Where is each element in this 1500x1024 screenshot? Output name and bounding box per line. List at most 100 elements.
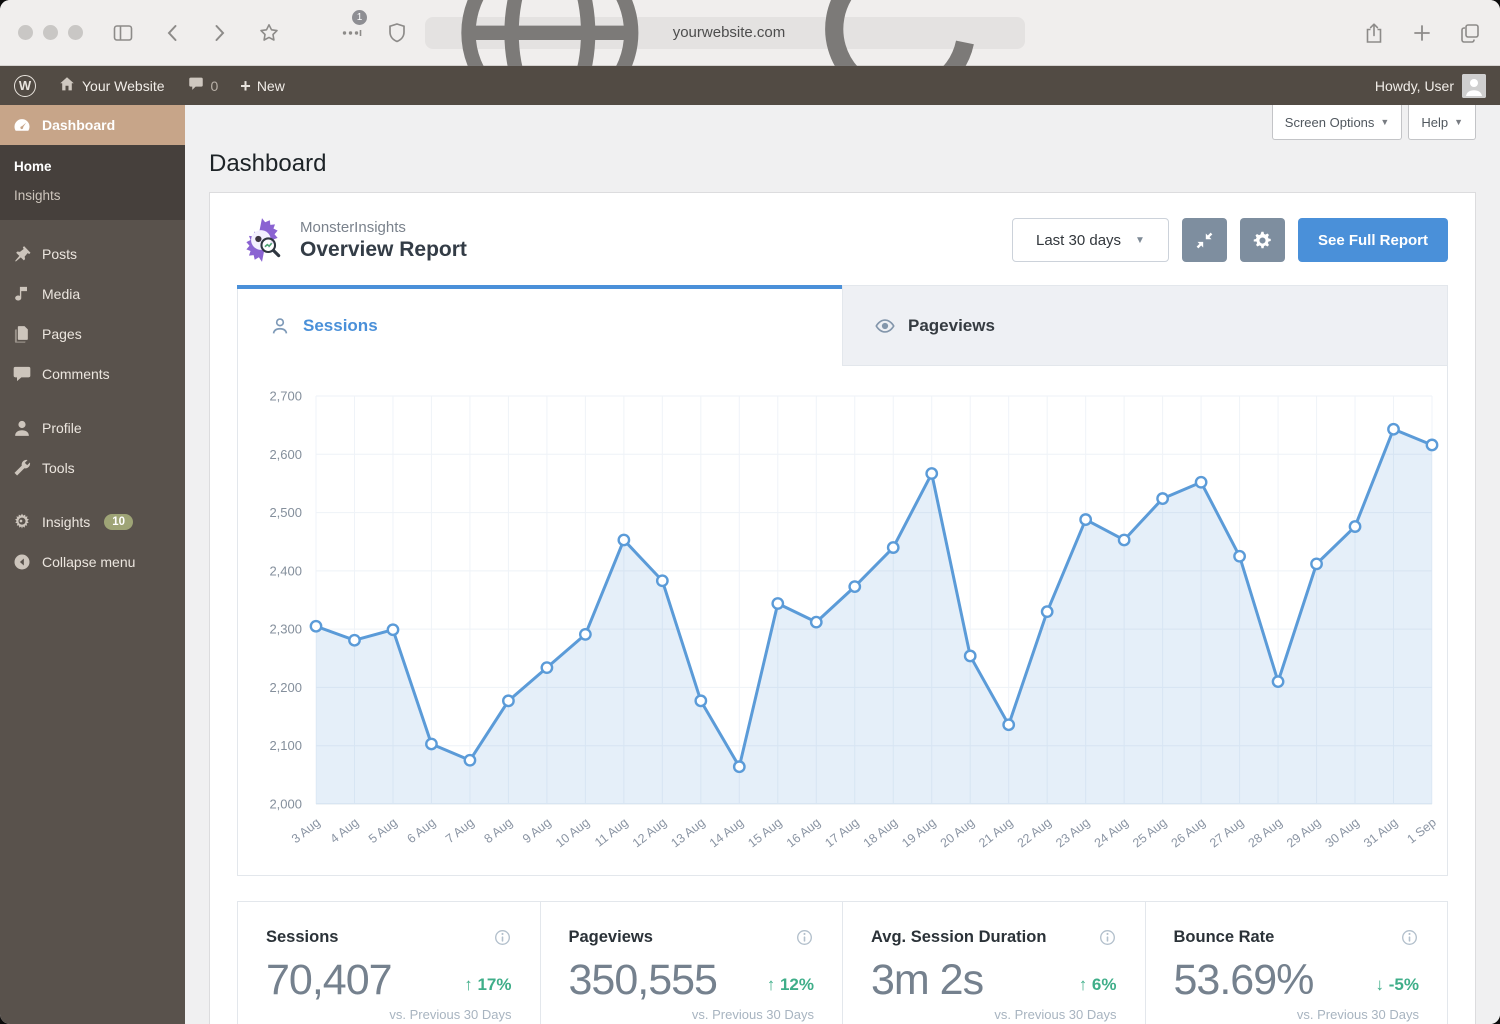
sidebar-item-label: Dashboard xyxy=(42,117,115,133)
tab-sessions[interactable]: Sessions xyxy=(238,286,842,366)
sidebar-item-collapse[interactable]: Collapse menu xyxy=(0,542,185,582)
eye-icon xyxy=(874,315,896,337)
sidebar-item-tools[interactable]: Tools xyxy=(0,448,185,488)
bubble-glyph xyxy=(187,75,205,93)
svg-text:28 Aug: 28 Aug xyxy=(1246,815,1285,850)
sidebar-item-profile[interactable]: Profile xyxy=(0,408,185,448)
card-trend-up: ↑ 6% xyxy=(1079,975,1117,1004)
svg-text:29 Aug: 29 Aug xyxy=(1284,815,1323,850)
close-window-button[interactable] xyxy=(18,25,33,40)
sidebar-item-comments[interactable]: Comments xyxy=(0,354,185,394)
sidebar-item-label: Profile xyxy=(42,420,82,436)
sidebar-item-media[interactable]: Media xyxy=(0,274,185,314)
screen-options-button[interactable]: Screen Options ▼ xyxy=(1272,105,1403,140)
stat-card-avg-session-duration: Avg. Session Duration3m 2s↑ 6%vs. Previo… xyxy=(842,902,1145,1024)
info-icon[interactable] xyxy=(795,928,814,947)
svg-text:2,400: 2,400 xyxy=(269,563,302,578)
svg-text:2,200: 2,200 xyxy=(269,680,302,695)
person-icon xyxy=(269,315,291,337)
svg-text:3 Aug: 3 Aug xyxy=(289,815,323,846)
report-tabs: Sessions Pageviews xyxy=(238,286,1447,366)
svg-text:5 Aug: 5 Aug xyxy=(366,815,400,846)
svg-text:12 Aug: 12 Aug xyxy=(630,815,669,850)
svg-text:2,100: 2,100 xyxy=(269,738,302,753)
card-title: Bounce Rate xyxy=(1174,928,1275,947)
monsterinsights-panel: MonsterInsights Overview Report Last 30 … xyxy=(209,192,1476,1024)
sidebar-separator xyxy=(0,394,185,408)
card-title: Avg. Session Duration xyxy=(871,928,1046,947)
privacy-shield-icon[interactable] xyxy=(385,21,409,45)
svg-text:26 Aug: 26 Aug xyxy=(1169,815,1208,850)
svg-text:21 Aug: 21 Aug xyxy=(976,815,1015,850)
sidebar-item-insights[interactable]: Insights10 xyxy=(0,502,185,542)
gauge-icon xyxy=(12,115,32,135)
see-full-report-button[interactable]: See Full Report xyxy=(1298,218,1448,262)
sidebar-item-insights-sub[interactable]: Insights xyxy=(0,181,185,210)
new-tab-icon[interactable] xyxy=(1410,21,1434,45)
new-label: New xyxy=(257,78,285,94)
forward-icon[interactable] xyxy=(207,21,231,45)
browser-toolbar: 1 yourwebsite.com xyxy=(0,0,1500,66)
svg-text:15 Aug: 15 Aug xyxy=(745,815,784,850)
howdy-user-label[interactable]: Howdy, User xyxy=(1375,78,1454,94)
svg-text:6 Aug: 6 Aug xyxy=(404,815,438,846)
comments-menu[interactable]: 0 xyxy=(187,75,219,96)
extensions-badge: 1 xyxy=(352,10,367,25)
sidebar-item-label: Posts xyxy=(42,246,77,262)
card-value: 70,407 xyxy=(266,957,392,1004)
sidebar-item-posts[interactable]: Posts xyxy=(0,234,185,274)
extensions-icon[interactable]: 1 xyxy=(339,21,363,45)
help-button[interactable]: Help ▼ xyxy=(1408,105,1476,140)
share-icon[interactable] xyxy=(1362,21,1386,45)
tab-pageviews[interactable]: Pageviews xyxy=(842,286,1447,366)
sidebar-item-dashboard[interactable]: Dashboard xyxy=(0,105,185,145)
sidebar-separator xyxy=(0,488,185,502)
chevron-down-icon: ▼ xyxy=(1380,117,1389,127)
wp-logo-menu[interactable]: W xyxy=(14,75,36,97)
svg-text:8 Aug: 8 Aug xyxy=(481,815,515,846)
card-trend-up: ↑ 12% xyxy=(767,975,814,1004)
info-icon[interactable] xyxy=(1400,928,1419,947)
plus-icon: + xyxy=(240,77,251,95)
address-bar[interactable]: yourwebsite.com xyxy=(425,17,1025,49)
sidebar-item-label: Tools xyxy=(42,460,75,476)
sidebar-item-label: Comments xyxy=(42,366,110,382)
help-label: Help xyxy=(1421,115,1448,130)
svg-text:2,700: 2,700 xyxy=(269,389,302,404)
sidebar-item-pages[interactable]: Pages xyxy=(0,314,185,354)
tabs-overview-icon[interactable] xyxy=(1458,21,1482,45)
comments-bubble-icon xyxy=(187,75,205,96)
date-range-select[interactable]: Last 30 days ▼ xyxy=(1012,218,1169,262)
window-controls[interactable] xyxy=(18,25,83,40)
card-comparison-note: vs. Previous 30 Days xyxy=(266,1007,512,1022)
pages-icon xyxy=(12,324,32,344)
minimize-window-button[interactable] xyxy=(43,25,58,40)
report-settings-button[interactable] xyxy=(1240,218,1285,262)
svg-text:31 Aug: 31 Aug xyxy=(1361,815,1400,850)
sidebar-item-home[interactable]: Home xyxy=(0,152,185,181)
info-icon[interactable] xyxy=(493,928,512,947)
pin-icon xyxy=(12,244,32,264)
collapse-report-button[interactable] xyxy=(1182,218,1227,262)
svg-text:14 Aug: 14 Aug xyxy=(707,815,746,850)
svg-text:25 Aug: 25 Aug xyxy=(1130,815,1169,850)
avatar[interactable] xyxy=(1462,74,1486,98)
info-icon[interactable] xyxy=(1098,928,1117,947)
date-range-label: Last 30 days xyxy=(1036,232,1121,249)
app-window: 1 yourwebsite.com W Your Website 0 + New xyxy=(0,0,1500,1024)
bookmark-star-icon[interactable] xyxy=(257,21,281,45)
sidebar-item-label: Collapse menu xyxy=(42,554,135,570)
zoom-window-button[interactable] xyxy=(68,25,83,40)
back-icon[interactable] xyxy=(161,21,185,45)
report-brand: MonsterInsights xyxy=(300,219,467,236)
card-title: Sessions xyxy=(266,928,338,947)
report-title: Overview Report xyxy=(300,238,467,262)
wp-sidebar-menu: Dashboard HomeInsights Posts MediaPages Comm… xyxy=(0,105,185,1024)
card-comparison-note: vs. Previous 30 Days xyxy=(1174,1007,1420,1022)
avatar-glyph xyxy=(1462,74,1486,98)
new-content-menu[interactable]: + New xyxy=(240,77,285,95)
site-name-menu[interactable]: Your Website xyxy=(58,75,165,96)
sidebar-toggle-icon[interactable] xyxy=(111,21,135,45)
card-value: 350,555 xyxy=(569,957,717,1004)
wrench-icon xyxy=(12,458,32,478)
